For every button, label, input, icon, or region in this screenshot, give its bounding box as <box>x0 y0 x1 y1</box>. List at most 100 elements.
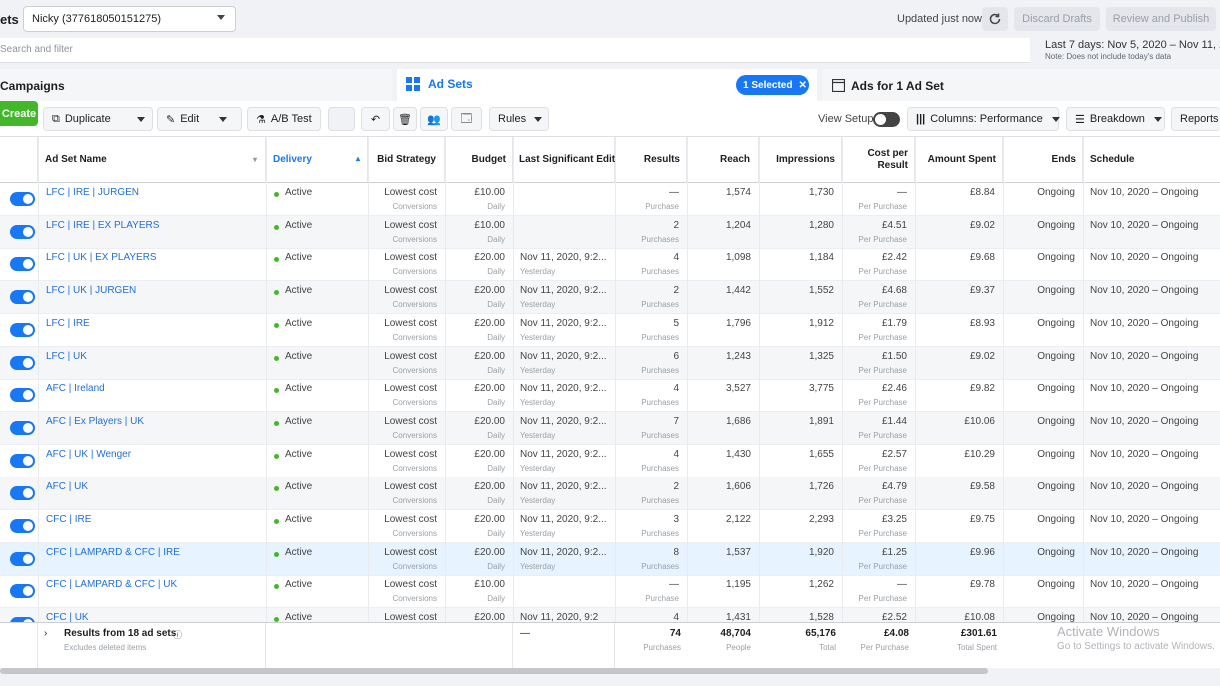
cell-reach: 1,574 <box>687 183 759 216</box>
ad-set-name-link[interactable]: LFC | IRE <box>46 318 90 329</box>
ad-set-toggle[interactable] <box>10 224 35 239</box>
header-bid-strategy[interactable]: Bid Strategy <box>368 137 445 183</box>
header-cost-per-result[interactable]: Cost per Result <box>842 137 915 183</box>
cell-edit <box>513 183 615 216</box>
ad-set-name-link[interactable]: AFC | Ex Players | UK <box>46 416 144 427</box>
audience-button[interactable]: 👥 <box>420 107 448 131</box>
cell-cpr-sub: Per Purchase <box>858 594 907 604</box>
ad-set-name-link[interactable]: AFC | Ireland <box>46 383 105 394</box>
tab-campaigns[interactable]: Campaigns <box>0 69 392 101</box>
ad-set-toggle[interactable] <box>10 486 35 501</box>
sort-icon[interactable]: ▾ <box>253 155 257 164</box>
header-impressions[interactable]: Impressions <box>759 137 842 183</box>
ad-set-name-link[interactable]: LFC | UK | JURGEN <box>46 285 136 296</box>
ad-set-toggle[interactable] <box>10 551 35 566</box>
header-last-edit[interactable]: Last Significant Edit <box>513 137 615 183</box>
table-row[interactable]: LFC | UK | JURGEN Active Lowest cost Conver… <box>0 281 1220 315</box>
header-reach[interactable]: Reach <box>687 137 759 183</box>
results-summary-row: › Results from 18 ad sets ⓘ Excludes del… <box>0 622 1220 669</box>
search-input[interactable]: Search and filter <box>0 38 1030 63</box>
cell-reach-value: 3,527 <box>725 383 751 395</box>
header-results[interactable]: Results <box>615 137 687 183</box>
scrollbar-thumb[interactable] <box>0 668 988 674</box>
cell-reach-value: 1,204 <box>725 219 751 231</box>
header-ends[interactable]: Ends <box>1003 137 1083 183</box>
table-row[interactable]: LFC | UK | EX PLAYERS Active Lowest cost Co… <box>0 248 1220 282</box>
delivery-status: Active <box>285 514 313 525</box>
ad-set-name-link[interactable]: LFC | IRE | JURGEN <box>46 187 139 198</box>
table-row[interactable]: LFC | IRE | EX PLAYERS Active Lowest cost C… <box>0 215 1220 249</box>
columns-button[interactable]: ||| Columns: Performance <box>907 107 1060 131</box>
discard-drafts-button[interactable]: Discard Drafts <box>1014 7 1100 31</box>
horizontal-scrollbar[interactable] <box>0 668 1220 674</box>
ad-set-name-link[interactable]: CFC | LAMPARD & CFC | UK <box>46 579 177 590</box>
refresh-button[interactable] <box>982 7 1008 31</box>
ad-set-toggle[interactable] <box>10 355 35 370</box>
ad-set-name-link[interactable]: LFC | UK <box>46 351 87 362</box>
view-setup-toggle[interactable] <box>873 112 900 127</box>
cell-ends-value: Ongoing <box>1037 481 1075 493</box>
table-row[interactable]: CFC | IRE Active Lowest cost Conversions £20… <box>0 510 1220 543</box>
close-icon[interactable]: ✕ <box>798 80 806 91</box>
cell-schedule-value: Nov 10, 2020 – Ongoing <box>1090 350 1199 362</box>
tab-ads[interactable]: Ads for 1 Ad Set <box>822 69 1220 101</box>
ad-set-toggle[interactable] <box>10 290 35 305</box>
table-row[interactable]: AFC | UK Active Lowest cost Conversions £20.… <box>0 477 1220 511</box>
breakdown-button[interactable]: ☰ Breakdown <box>1066 107 1165 131</box>
cell-schedule: Nov 10, 2020 – Ongoing <box>1083 216 1220 249</box>
header-ad-set-name[interactable]: Ad Set Name ▾ <box>38 137 266 183</box>
table-row[interactable]: LFC | IRE | JURGEN Active Lowest cost Conve… <box>0 183 1220 216</box>
status-dot-icon <box>274 192 279 197</box>
info-icon[interactable]: ⓘ <box>173 628 182 641</box>
table-row[interactable]: CFC | LAMPARD & CFC | UK Active Lowest cos… <box>0 575 1220 609</box>
ad-set-toggle[interactable] <box>10 420 35 435</box>
table-row[interactable]: LFC | UK Active Lowest cost Conversions £20.… <box>0 346 1220 380</box>
edit-button[interactable]: ✎ Edit <box>157 107 242 131</box>
table-row[interactable]: AFC | Ex Players | UK Active Lowest cost Co… <box>0 411 1220 445</box>
ab-test-button[interactable]: ⚗ A/B Test <box>247 107 321 131</box>
cell-edit <box>513 216 615 249</box>
account-selector[interactable]: Nicky (377618050151275) <box>23 6 236 32</box>
expand-chevron-icon[interactable]: › <box>44 628 47 639</box>
cell-budget-sub: Daily <box>487 398 505 408</box>
selected-pill[interactable]: 1 Selected ✕ <box>736 75 809 95</box>
undo-button[interactable]: ↶ <box>361 107 390 131</box>
duplicate-button[interactable]: ⧉ Duplicate <box>43 107 153 131</box>
disabled-button[interactable] <box>328 107 355 131</box>
ad-set-name-link[interactable]: LFC | IRE | EX PLAYERS <box>46 220 159 231</box>
sort-asc-icon[interactable]: ▴ <box>356 154 360 163</box>
create-button[interactable]: Create <box>0 101 38 126</box>
table-row[interactable]: AFC | Ireland Active Lowest cost Conversion… <box>0 379 1220 413</box>
ad-set-toggle[interactable] <box>10 453 35 468</box>
table-row[interactable]: CFC | LAMPARD & CFC | IRE Active Lowest co… <box>0 542 1220 576</box>
ad-set-toggle[interactable] <box>10 584 35 599</box>
table-row[interactable]: LFC | IRE Active Lowest cost Conversions £20… <box>0 314 1220 347</box>
ad-set-toggle[interactable] <box>10 322 35 337</box>
header-delivery[interactable]: Delivery ▴ <box>266 137 368 183</box>
cell-edit: Nov 11, 2020, 9:2 <box>513 608 615 623</box>
delete-button[interactable]: 🗑 <box>393 107 417 131</box>
cell-bid: Lowest cost Conversions <box>368 477 445 510</box>
header-budget[interactable]: Budget <box>445 137 513 183</box>
ad-set-toggle[interactable] <box>10 388 35 403</box>
ad-set-toggle[interactable] <box>10 519 35 533</box>
review-publish-button[interactable]: Review and Publish <box>1106 7 1216 31</box>
cell-schedule: Nov 10, 2020 – Ongoing <box>1083 314 1220 347</box>
header-amount-spent[interactable]: Amount Spent <box>915 137 1003 183</box>
table-row[interactable]: CFC | UK Active Lowest cost £20.00 Nov 11, 2… <box>0 608 1220 623</box>
ad-set-name-link[interactable]: CFC | LAMPARD & CFC | IRE <box>46 547 180 558</box>
date-range-picker[interactable]: Last 7 days: Nov 5, 2020 – Nov 11, 2020 … <box>1036 38 1220 64</box>
preview-button[interactable]: 🗔 <box>451 107 482 131</box>
cell-schedule: Nov 10, 2020 – Ongoing <box>1083 477 1220 510</box>
ad-set-name-link[interactable]: AFC | UK | Wenger <box>46 449 131 460</box>
reports-button[interactable]: Reports <box>1171 107 1220 131</box>
ad-set-toggle[interactable] <box>10 257 35 272</box>
table-row[interactable]: AFC | UK | Wenger Active Lowest cost Conver… <box>0 445 1220 478</box>
rules-button[interactable]: Rules <box>489 107 549 131</box>
header-schedule[interactable]: Schedule <box>1083 137 1220 183</box>
ad-set-name-link[interactable]: AFC | UK <box>46 481 88 492</box>
ad-set-name-link[interactable]: LFC | UK | EX PLAYERS <box>46 252 157 263</box>
ad-set-name-link[interactable]: CFC | IRE <box>46 514 91 525</box>
tab-ad-sets[interactable]: Ad Sets 1 Selected ✕ <box>397 69 817 101</box>
ad-set-toggle[interactable] <box>10 192 35 206</box>
